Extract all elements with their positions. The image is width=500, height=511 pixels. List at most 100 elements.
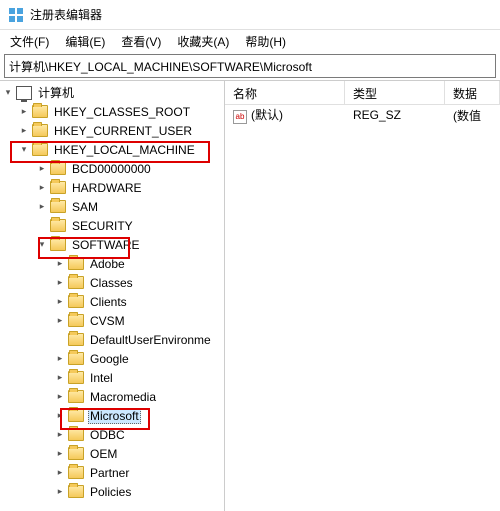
address-text: 计算机\HKEY_LOCAL_MACHINE\SOFTWARE\Microsof… [9,58,312,75]
app-icon [8,7,24,23]
chevron-right-icon[interactable]: ▸ [54,391,66,403]
tree-odbc[interactable]: ▸ ODBC [0,425,224,444]
tree-label: Adobe [88,257,127,271]
menu-edit[interactable]: 编辑(E) [61,31,109,52]
content-area: ▾ 计算机 ▸ HKEY_CLASSES_ROOT ▸ HKEY_CURRENT… [0,80,500,511]
tree-label: ODBC [88,428,127,442]
folder-icon [68,371,84,384]
tree-label: SAM [70,200,100,214]
chevron-right-icon[interactable]: ▸ [54,296,66,308]
tree-label: 计算机 [36,84,76,101]
menu-favorites[interactable]: 收藏夹(A) [173,31,233,52]
chevron-right-icon[interactable]: ▸ [36,182,48,194]
menu-file[interactable]: 文件(F) [6,31,53,52]
folder-icon [68,314,84,327]
tree-label: HKEY_CURRENT_USER [52,124,194,138]
title-bar: 注册表编辑器 [0,0,500,30]
folder-icon [50,200,66,213]
folder-icon [68,390,84,403]
chevron-right-icon[interactable]: ▸ [54,353,66,365]
chevron-right-icon[interactable]: ▸ [54,467,66,479]
tree-policies[interactable]: ▸ Policies [0,482,224,501]
tree-adobe[interactable]: ▸ Adobe [0,254,224,273]
tree-label: CVSM [88,314,127,328]
tree-classes[interactable]: ▸ Classes [0,273,224,292]
col-name[interactable]: 名称 [225,81,345,104]
folder-icon [68,257,84,270]
tree-label: Google [88,352,131,366]
chevron-right-icon[interactable]: ▸ [54,315,66,327]
tree-google[interactable]: ▸ Google [0,349,224,368]
tree-hklm[interactable]: ▾ HKEY_LOCAL_MACHINE [0,140,224,159]
tree-microsoft[interactable]: ▸ Microsoft [0,406,224,425]
tree-clients[interactable]: ▸ Clients [0,292,224,311]
tree-due[interactable]: ▸ DefaultUserEnvironme [0,330,224,349]
chevron-right-icon[interactable]: ▸ [54,258,66,270]
folder-icon [50,162,66,175]
tree-hkcr[interactable]: ▸ HKEY_CLASSES_ROOT [0,102,224,121]
registry-tree: ▾ 计算机 ▸ HKEY_CLASSES_ROOT ▸ HKEY_CURRENT… [0,81,224,501]
col-type[interactable]: 类型 [345,81,445,104]
folder-icon [68,295,84,308]
tree-label: HARDWARE [70,181,144,195]
tree-sam[interactable]: ▸ SAM [0,197,224,216]
tree-label: Classes [88,276,135,290]
folder-icon [50,181,66,194]
folder-icon [68,428,84,441]
cell-data: (数值 [445,107,500,124]
menu-help[interactable]: 帮助(H) [241,31,290,52]
chevron-right-icon[interactable]: ▸ [36,163,48,175]
folder-icon [32,105,48,118]
menu-bar: 文件(F) 编辑(E) 查看(V) 收藏夹(A) 帮助(H) [0,30,500,52]
tree-label: Macromedia [88,390,158,404]
chevron-right-icon[interactable]: ▸ [54,372,66,384]
folder-icon [32,143,48,156]
chevron-right-icon[interactable]: ▸ [36,201,48,213]
folder-icon [68,409,84,422]
chevron-right-icon[interactable]: ▸ [54,410,66,422]
tree-label: HKEY_CLASSES_ROOT [52,105,192,119]
folder-icon [68,276,84,289]
tree-security[interactable]: ▸ SECURITY [0,216,224,235]
tree-label: SOFTWARE [70,238,142,252]
chevron-down-icon[interactable]: ▾ [2,87,14,99]
tree-label: OEM [88,447,119,461]
folder-icon [68,352,84,365]
list-header: 名称 类型 数据 [225,81,500,105]
tree-label: Intel [88,371,115,385]
folder-icon [32,124,48,137]
tree-label: Microsoft [88,408,141,424]
tree-cvsm[interactable]: ▸ CVSM [0,311,224,330]
tree-label: Clients [88,295,129,309]
cell-type: REG_SZ [345,108,445,122]
tree-root[interactable]: ▾ 计算机 [0,83,224,102]
chevron-right-icon[interactable]: ▸ [54,429,66,441]
chevron-right-icon[interactable]: ▸ [54,486,66,498]
chevron-right-icon[interactable]: ▸ [18,125,30,137]
tree-label: Policies [88,485,133,499]
chevron-down-icon[interactable]: ▾ [36,239,48,251]
tree-label: DefaultUserEnvironme [88,333,213,347]
chevron-down-icon[interactable]: ▾ [18,144,30,156]
tree-software[interactable]: ▾ SOFTWARE [0,235,224,254]
list-row[interactable]: ab(默认) REG_SZ (数值 [225,105,500,125]
tree-intel[interactable]: ▸ Intel [0,368,224,387]
folder-icon [50,219,66,232]
address-bar[interactable]: 计算机\HKEY_LOCAL_MACHINE\SOFTWARE\Microsof… [4,54,496,78]
list-pane: 名称 类型 数据 ab(默认) REG_SZ (数值 [225,81,500,511]
folder-icon [68,333,84,346]
chevron-right-icon[interactable]: ▸ [54,448,66,460]
chevron-right-icon[interactable]: ▸ [18,106,30,118]
chevron-right-icon[interactable]: ▸ [54,277,66,289]
tree-hardware[interactable]: ▸ HARDWARE [0,178,224,197]
tree-partner[interactable]: ▸ Partner [0,463,224,482]
tree-pane: ▾ 计算机 ▸ HKEY_CLASSES_ROOT ▸ HKEY_CURRENT… [0,81,225,511]
tree-bcd[interactable]: ▸ BCD00000000 [0,159,224,178]
tree-hkcu[interactable]: ▸ HKEY_CURRENT_USER [0,121,224,140]
tree-oem[interactable]: ▸ OEM [0,444,224,463]
tree-macromedia[interactable]: ▸ Macromedia [0,387,224,406]
folder-icon [50,238,66,251]
folder-icon [68,485,84,498]
menu-view[interactable]: 查看(V) [117,31,165,52]
col-data[interactable]: 数据 [445,81,500,104]
